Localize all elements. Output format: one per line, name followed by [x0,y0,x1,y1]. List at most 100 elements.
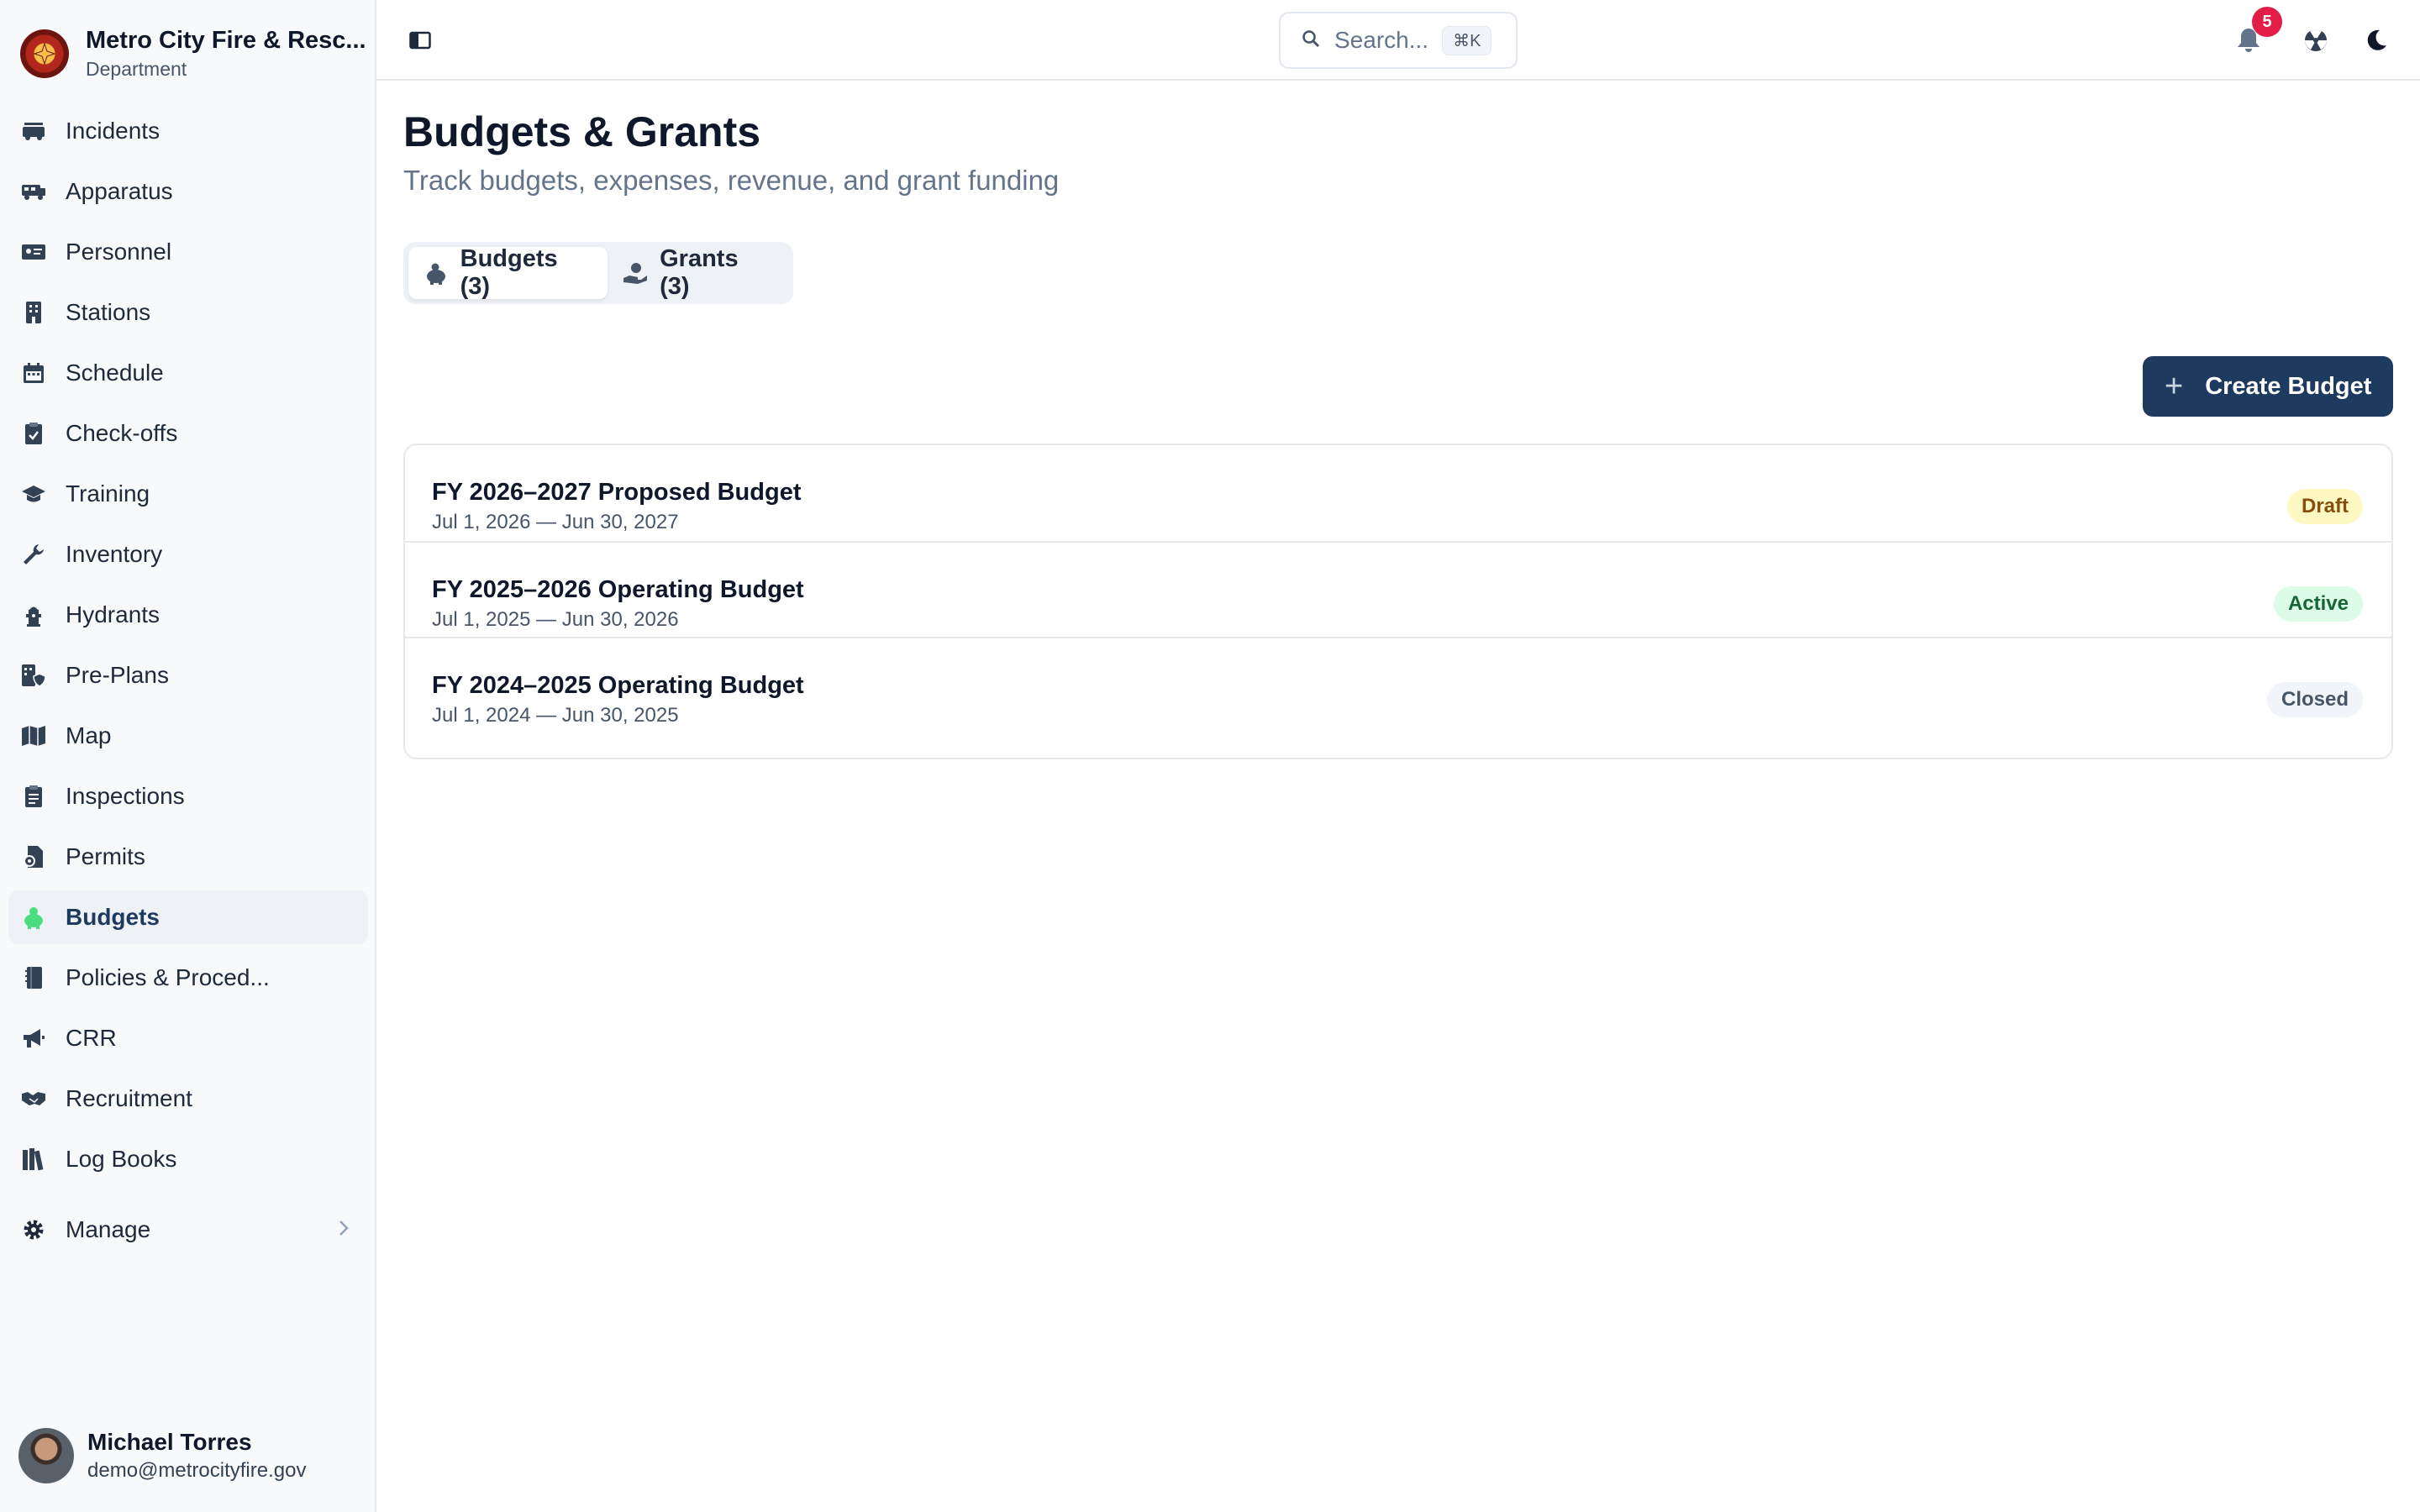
budget-name: FY 2026–2027 Proposed Budget [432,479,802,506]
sidebar-item-manage[interactable]: Manage [8,1203,368,1257]
fire-department-logo-icon [20,29,69,78]
search-icon [1301,29,1321,53]
sidebar-item-map[interactable]: Map [8,709,368,763]
page-subtitle: Track budgets, expenses, revenue, and gr… [403,165,1060,196]
piggy-bank-icon [424,260,449,286]
avatar [18,1428,74,1483]
plus-icon: + [2165,369,2184,404]
sidebar-item-incidents[interactable]: Incidents [8,104,368,158]
org-name: Metro City Fire & Resc... [86,27,366,54]
sidebar-item-label: Map [66,722,112,748]
sidebar-nav: Incidents Apparatus Personnel Stations S… [8,104,368,1193]
sidebar-item-log-books[interactable]: Log Books [8,1132,368,1186]
budget-row[interactable]: FY 2024–2025 Operating Budget Jul 1, 202… [405,637,2391,732]
building-shield-icon [20,662,47,689]
sidebar-item-training[interactable]: Training [8,467,368,521]
sidebar-item-label: Recruitment [66,1085,192,1111]
sidebar-item-label: Inventory [66,541,163,567]
sidebar-toggle-icon[interactable] [407,27,434,54]
book-icon [20,964,47,991]
sidebar-item-budgets[interactable]: Budgets [8,890,368,944]
sidebar-item-label: Budgets [66,904,160,930]
org-subtitle: Department [86,58,187,80]
user-profile[interactable]: Michael Torres demo@metrocityfire.gov [18,1428,306,1483]
graduation-cap-icon [20,480,47,507]
dark-mode-moon-icon[interactable] [2361,25,2391,55]
sidebar-item-label: Hydrants [66,601,160,627]
top-header: Search... ⌘K [376,0,2420,81]
sidebar-item-crr[interactable]: CRR [8,1011,368,1065]
books-icon [20,1146,47,1173]
budget-name: FY 2024–2025 Operating Budget [432,672,804,699]
sidebar: Metro City Fire & Resc... Department Inc… [0,0,376,1512]
budget-row[interactable]: FY 2025–2026 Operating Budget Jul 1, 202… [405,541,2391,637]
search-box[interactable]: Search... ⌘K [1279,12,1518,69]
sidebar-item-label: Permits [66,843,145,869]
sidebar-item-label: Stations [66,299,151,325]
sidebar-item-check-offs[interactable]: Check-offs [8,407,368,460]
sidebar-item-recruitment[interactable]: Recruitment [8,1072,368,1126]
tab-budgets[interactable]: Budgets (3) [408,245,608,300]
sidebar-item-schedule[interactable]: Schedule [8,346,368,400]
sidebar-item-label: Inspections [66,783,185,809]
page-title: Budgets & Grants [403,108,761,155]
search-placeholder: Search... [1334,27,1429,53]
radiation-icon[interactable] [2301,25,2331,55]
tab-grants[interactable]: Grants (3) [608,245,788,300]
sidebar-item-label: Personnel [66,239,172,265]
sidebar-item-stations[interactable]: Stations [8,286,368,339]
wrench-icon [20,541,47,568]
sidebar-item-label: Pre-Plans [66,662,169,688]
status-badge: Active [2273,586,2363,622]
sidebar-item-label: Incidents [66,118,160,144]
sidebar-item-apparatus[interactable]: Apparatus [8,165,368,218]
clipboard-check-icon [20,420,47,447]
hydrant-icon [20,601,47,628]
hand-coin-icon [623,260,648,286]
chevron-right-icon [338,1219,350,1242]
budget-dates: Jul 1, 2024 — Jun 30, 2025 [432,704,679,727]
create-budget-label: Create Budget [2205,372,2372,400]
sidebar-item-label: Training [66,480,150,507]
budget-dates: Jul 1, 2026 — Jun 30, 2027 [432,511,679,533]
create-budget-button[interactable]: + Create Budget [2143,356,2393,417]
sidebar-item-personnel[interactable]: Personnel [8,225,368,279]
sidebar-item-label: Apparatus [66,178,173,204]
budget-list: FY 2026–2027 Proposed Budget Jul 1, 2026… [403,444,2393,759]
sidebar-item-pre-plans[interactable]: Pre-Plans [8,648,368,702]
truck-icon [20,178,47,205]
sidebar-item-label: Manage [66,1216,151,1242]
sidebar-item-inspections[interactable]: Inspections [8,769,368,823]
tab-label: Grants (3) [660,245,739,300]
search-shortcut: ⌘K [1442,25,1492,55]
status-badge: Draft [2286,489,2363,524]
sidebar-item-label: Log Books [66,1146,177,1172]
map-icon [20,722,47,749]
tab-label: Budgets (3) [460,245,558,300]
sidebar-item-label: CRR [66,1025,117,1051]
tab-list: Budgets (3) Grants (3) [403,242,793,304]
file-certificate-icon [20,843,47,870]
piggy-bank-icon [20,904,47,931]
gear-icon [20,1216,47,1243]
sidebar-item-permits[interactable]: Permits [8,830,368,884]
id-card-icon [20,239,47,265]
sidebar-item-inventory[interactable]: Inventory [8,528,368,581]
building-icon [20,299,47,326]
user-email: demo@metrocityfire.gov [87,1459,307,1482]
handshake-icon [20,1085,47,1112]
budget-dates: Jul 1, 2025 — Jun 30, 2026 [432,608,679,631]
megaphone-icon [20,1025,47,1052]
sidebar-item-label: Policies & Proced... [66,964,270,990]
sidebar-item-hydrants[interactable]: Hydrants [8,588,368,642]
org-header[interactable]: Metro City Fire & Resc... Department [20,24,366,84]
sidebar-item-policies[interactable]: Policies & Proced... [8,951,368,1005]
notification-badge: 5 [2252,7,2282,37]
calendar-icon [20,360,47,386]
sidebar-item-label: Check-offs [66,420,178,446]
clipboard-list-icon [20,783,47,810]
sidebar-item-label: Schedule [66,360,164,386]
budget-row[interactable]: FY 2026–2027 Proposed Budget Jul 1, 2026… [405,445,2391,541]
budget-name: FY 2025–2026 Operating Budget [432,576,804,603]
fire-truck-icon [20,118,47,144]
